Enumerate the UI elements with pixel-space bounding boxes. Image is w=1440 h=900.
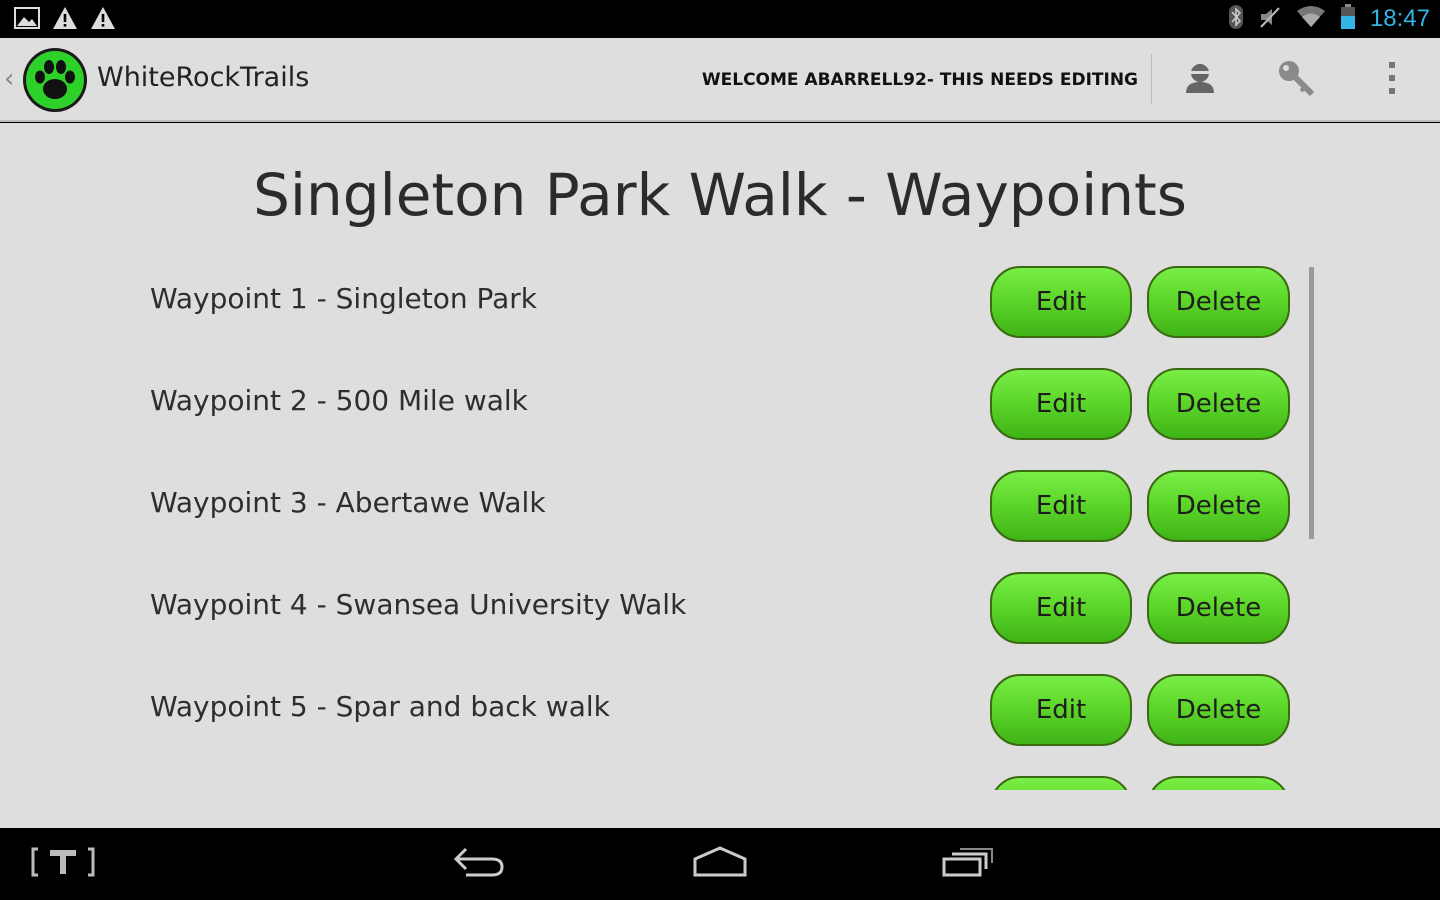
warning-icon xyxy=(52,6,78,34)
page-title: Singleton Park Walk - Waypoints xyxy=(253,161,1187,229)
home-button[interactable] xyxy=(690,840,750,888)
welcome-text: WELCOME ABARRELL92- THIS NEEDS EDITING xyxy=(701,70,1138,90)
delete-button[interactable]: Delete xyxy=(1147,266,1290,338)
mute-icon xyxy=(1258,5,1282,33)
delete-button[interactable]: Delete xyxy=(1147,470,1290,542)
overflow-menu-button[interactable] xyxy=(1368,56,1416,104)
status-clock: 18:47 xyxy=(1369,5,1430,32)
waypoint-label: Waypoint 4 - Swansea University Walk xyxy=(150,588,687,621)
waypoints-screen: Singleton Park Walk - Waypoints Waypoint… xyxy=(0,123,1440,828)
delete-button[interactable]: Delete xyxy=(1147,674,1290,746)
wifi-icon xyxy=(1296,5,1326,33)
bluetooth-icon xyxy=(1228,4,1244,34)
warning-icon xyxy=(90,6,116,34)
gallery-icon xyxy=(14,6,40,34)
delete-button[interactable] xyxy=(1147,776,1290,790)
system-nav-bar xyxy=(0,828,1440,900)
edit-button[interactable]: Edit xyxy=(990,572,1132,644)
edit-button[interactable]: Edit xyxy=(990,674,1132,746)
list-item: Waypoint 1 - Singleton Park Edit Delete xyxy=(0,264,1440,366)
recent-apps-icon xyxy=(938,845,994,883)
status-bar: 18:47 xyxy=(0,0,1440,38)
waypoint-label: Waypoint 1 - Singleton Park xyxy=(150,282,537,315)
back-icon xyxy=(450,845,506,883)
list-scrollbar[interactable] xyxy=(1309,267,1314,539)
profile-icon xyxy=(1183,61,1217,99)
edit-button[interactable]: Edit xyxy=(990,470,1132,542)
text-input-button[interactable] xyxy=(28,840,98,888)
paw-logo-icon[interactable] xyxy=(22,47,88,113)
delete-button[interactable]: Delete xyxy=(1147,368,1290,440)
app-title[interactable]: WhiteRockTrails xyxy=(97,62,309,93)
edit-button[interactable]: Edit xyxy=(990,368,1132,440)
waypoint-label: Waypoint 3 - Abertawe Walk xyxy=(150,486,546,519)
home-icon xyxy=(691,845,749,883)
waypoint-list[interactable]: Waypoint 1 - Singleton Park Edit Delete … xyxy=(0,260,1440,790)
list-item xyxy=(0,774,1440,790)
list-item: Waypoint 2 - 500 Mile walk Edit Delete xyxy=(0,366,1440,468)
back-button[interactable] xyxy=(448,840,508,888)
battery-icon xyxy=(1340,4,1356,34)
edit-button[interactable]: Edit xyxy=(990,266,1132,338)
list-item: Waypoint 3 - Abertawe Walk Edit Delete xyxy=(0,468,1440,570)
edit-button[interactable] xyxy=(990,776,1132,790)
waypoint-label: Waypoint 5 - Spar and back walk xyxy=(150,690,610,723)
profile-button[interactable] xyxy=(1176,56,1224,104)
waypoint-label: Waypoint 2 - 500 Mile walk xyxy=(150,384,528,417)
key-icon xyxy=(1277,59,1315,101)
list-item: Waypoint 4 - Swansea University Walk Edi… xyxy=(0,570,1440,672)
login-button[interactable] xyxy=(1272,56,1320,104)
list-item: Waypoint 5 - Spar and back walk Edit Del… xyxy=(0,672,1440,774)
overflow-menu-icon xyxy=(1387,61,1397,99)
up-navigation-icon[interactable]: ‹ xyxy=(4,64,14,94)
recent-apps-button[interactable] xyxy=(934,840,998,888)
text-input-icon xyxy=(30,845,96,883)
delete-button[interactable]: Delete xyxy=(1147,572,1290,644)
action-bar-divider xyxy=(1151,54,1152,104)
action-bar: ‹ WhiteRockTrails WELCOME ABARRELL92- TH… xyxy=(0,38,1440,122)
